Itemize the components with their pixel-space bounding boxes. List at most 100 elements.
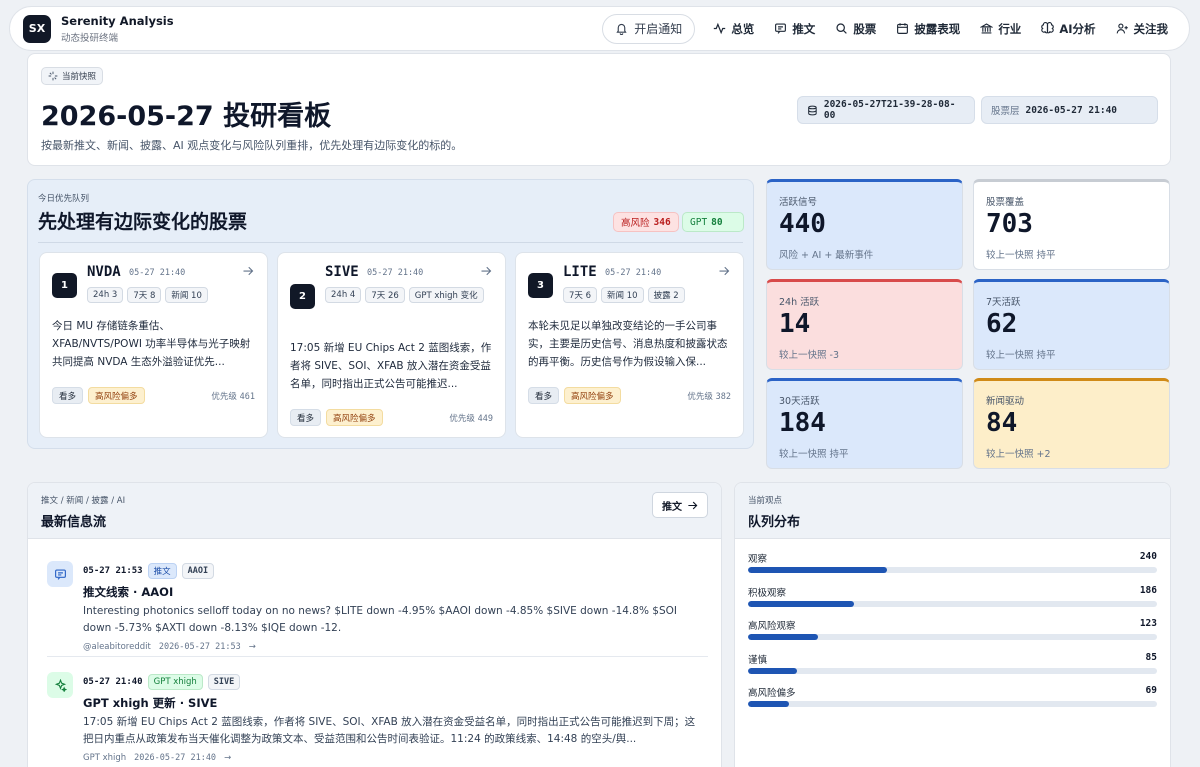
feed-item-stamp: 2026-05-27 21:53 bbox=[158, 642, 241, 652]
queue-title: 先处理有边际变化的股票 bbox=[38, 211, 248, 233]
tweets-button[interactable]: 推文 bbox=[652, 492, 708, 518]
stat-label: 24h 活跃 bbox=[779, 297, 820, 308]
high-risk-count-badge[interactable]: 高风险 346 bbox=[613, 212, 679, 232]
stat-value: 14 bbox=[779, 309, 811, 339]
view-pill: 看多 bbox=[52, 387, 84, 404]
feed-header: 推文 / 新闻 / 披露 / AI 最新信息流 推文 bbox=[28, 483, 721, 539]
feed-item-type: 推文 bbox=[147, 563, 177, 579]
app-logo[interactable]: SX bbox=[23, 14, 51, 43]
distribution-label: 高风险偏多 bbox=[748, 688, 796, 699]
rank-badge: 1 bbox=[52, 273, 77, 298]
nav-tweets[interactable]: 推文 bbox=[766, 14, 823, 44]
stat-value: 184 bbox=[779, 408, 826, 438]
card-tags: 24h 3 7天 8 新闻 10 bbox=[87, 287, 247, 303]
arrow-right-icon[interactable]: → bbox=[224, 753, 231, 763]
nav-overview-label: 总览 bbox=[731, 21, 755, 36]
nav-stocks[interactable]: 股票 bbox=[827, 14, 884, 44]
stat-value: 703 bbox=[986, 209, 1033, 239]
arrow-right-icon[interactable] bbox=[718, 265, 730, 277]
card-summary: 本轮未见足以单独改变结论的一手公司事实，主要是历史信号、消息热度和披露状态的再平… bbox=[528, 320, 728, 368]
stat-label: 新闻驱动 bbox=[986, 396, 1025, 407]
feed-item-ticker[interactable]: AAOI bbox=[181, 563, 215, 579]
distribution-row[interactable]: 高风险观察 123 bbox=[748, 618, 1157, 648]
queue-distribution-panel: 当前观点 队列分布 观察 240 积极观察 186 高风险观察 123 谨慎 8… bbox=[734, 482, 1171, 767]
stat-sub: 较上一快照 持平 bbox=[779, 449, 849, 460]
risk-pill: 高风险偏多 bbox=[88, 387, 145, 404]
arrow-right-icon[interactable]: → bbox=[249, 642, 256, 652]
distribution-row[interactable]: 观察 240 bbox=[748, 551, 1157, 581]
card-ticker: LITE bbox=[563, 264, 597, 280]
enable-notifications-button[interactable]: 开启通知 bbox=[602, 13, 696, 44]
nav-disclosures[interactable]: 披露表现 bbox=[888, 14, 968, 44]
nav-follow[interactable]: 关注我 bbox=[1108, 14, 1177, 44]
distribution-track bbox=[748, 601, 1157, 607]
feed-item-footer: @aleabitoreddit 2026-05-27 21:53 → bbox=[83, 642, 256, 652]
card-tag: 24h 3 bbox=[87, 287, 124, 303]
distribution-row[interactable]: 积极观察 186 bbox=[748, 585, 1157, 615]
card-tag: 新闻 10 bbox=[165, 287, 208, 303]
feed-item-time: 05-27 21:53 bbox=[83, 566, 143, 576]
feed-kicker: 推文 / 新闻 / 披露 / AI bbox=[41, 496, 126, 506]
feed-item-title: 推文线索 · AAOI bbox=[83, 585, 174, 599]
view-pill: 看多 bbox=[528, 387, 560, 404]
nav-disclosures-label: 披露表现 bbox=[914, 21, 961, 36]
arrow-right-icon[interactable] bbox=[480, 265, 492, 277]
calendar-icon bbox=[897, 23, 909, 34]
card-tag: 披露 2 bbox=[647, 287, 685, 303]
stat-sub: 较上一快照 持平 bbox=[986, 350, 1056, 361]
distribution-label: 积极观察 bbox=[748, 588, 787, 599]
stat-card-24h-active[interactable]: 24h 活跃 14 较上一快照 -3 bbox=[766, 279, 963, 370]
queue-card[interactable]: 2 SIVE 05-27 21:40 24h 4 7天 26 GPT xhigh… bbox=[277, 252, 506, 438]
distribution-bar bbox=[748, 567, 888, 573]
stock-layer-time: 2026-05-27 21:40 bbox=[1025, 104, 1118, 116]
card-tag: GPT xhigh 变化 bbox=[408, 287, 484, 303]
feed-item[interactable]: 05-27 21:53 推文 AAOI 推文线索 · AAOI Interest… bbox=[47, 561, 708, 657]
stock-layer-chip[interactable]: 股票层 2026-05-27 21:40 bbox=[981, 96, 1158, 124]
stat-card-news-driven[interactable]: 新闻驱动 84 较上一快照 +2 bbox=[973, 378, 1170, 469]
current-snapshot-label: 当前快照 bbox=[62, 72, 97, 82]
distribution-bar bbox=[748, 701, 789, 707]
hero-panel: 当前快照 2026-05-27 投研看板 按最新推文、新闻、披露、AI 观点变化… bbox=[27, 53, 1171, 166]
stat-value: 440 bbox=[779, 209, 826, 239]
queue-card[interactable]: 1 NVDA 05-27 21:40 24h 3 7天 8 新闻 10 今日 M… bbox=[39, 252, 268, 438]
snapshot-id-chip[interactable]: 2026-05-27T21-39-28-08-00 bbox=[797, 96, 975, 124]
tweet-icon bbox=[47, 561, 73, 587]
feed-item[interactable]: 05-27 21:40 GPT xhigh SIVE GPT xhigh 更新 … bbox=[47, 672, 708, 767]
feed-item-source[interactable]: GPT xhigh bbox=[83, 753, 126, 763]
sparkle-icon bbox=[47, 672, 73, 698]
priority: 优先级 382 bbox=[687, 391, 731, 402]
risk-pill: 高风险偏多 bbox=[326, 409, 383, 426]
distribution-value: 85 bbox=[1145, 652, 1157, 663]
distribution-row[interactable]: 谨慎 85 bbox=[748, 652, 1157, 682]
distribution-row[interactable]: 高风险偏多 69 bbox=[748, 685, 1157, 715]
nav-ai-analysis[interactable]: AI分析 bbox=[1033, 14, 1103, 44]
card-tag: 24h 4 bbox=[325, 287, 362, 303]
nav-industry[interactable]: 行业 bbox=[972, 14, 1029, 44]
feed-item-ticker[interactable]: SIVE bbox=[207, 674, 241, 690]
stat-label: 股票覆盖 bbox=[986, 197, 1025, 208]
stat-label: 30天活跃 bbox=[779, 396, 820, 407]
arrow-right-icon[interactable] bbox=[242, 265, 254, 277]
user-plus-icon bbox=[1116, 23, 1128, 34]
gpt-count-badge[interactable]: GPT 80 bbox=[682, 212, 744, 232]
stat-card-coverage[interactable]: 股票覆盖 703 较上一快照 持平 bbox=[973, 179, 1170, 270]
feed-item-stamp: 2026-05-27 21:40 bbox=[134, 753, 217, 763]
distribution-value: 240 bbox=[1139, 551, 1157, 562]
nav-stocks-label: 股票 bbox=[853, 21, 877, 36]
feed-item-footer: GPT xhigh 2026-05-27 21:40 → bbox=[83, 753, 231, 763]
distribution-header: 当前观点 队列分布 bbox=[735, 483, 1170, 539]
stat-card-active-signals[interactable]: 活跃信号 440 风险 + AI + 最新事件 bbox=[766, 179, 963, 270]
card-tag: 7天 26 bbox=[365, 287, 405, 303]
nav-overview[interactable]: 总览 bbox=[705, 14, 762, 44]
feed-item-source[interactable]: @aleabitoreddit bbox=[83, 642, 151, 652]
feed-item-time: 05-27 21:40 bbox=[83, 677, 143, 687]
notify-label: 开启通知 bbox=[634, 22, 683, 36]
queue-card[interactable]: 3 LITE 05-27 21:40 7天 6 新闻 10 披露 2 本轮未见足… bbox=[515, 252, 744, 438]
stat-card-30d-active[interactable]: 30天活跃 184 较上一快照 持平 bbox=[766, 378, 963, 469]
card-footer: 看多 高风险偏多 优先级 382 bbox=[528, 387, 731, 404]
card-footer: 看多 高风险偏多 优先级 449 bbox=[290, 409, 493, 426]
priority-queue-panel: 今日优先队列 先处理有边际变化的股票 高风险 346 GPT 80 1 NVDA… bbox=[27, 179, 754, 449]
distribution-label: 观察 bbox=[748, 554, 768, 565]
latest-feed-panel: 推文 / 新闻 / 披露 / AI 最新信息流 推文 05-27 21:53 推… bbox=[27, 482, 722, 767]
stat-card-7d-active[interactable]: 7天活跃 62 较上一快照 持平 bbox=[973, 279, 1170, 370]
